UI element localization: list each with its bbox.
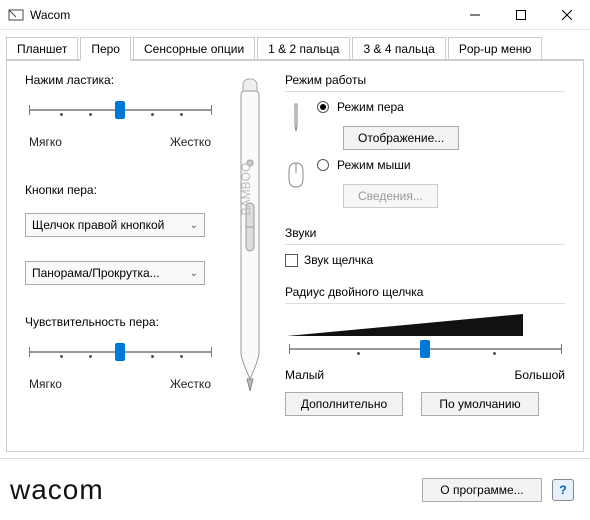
pen-mode-icon <box>285 100 307 134</box>
pen-mode-label: Режим пера <box>337 100 404 114</box>
double-click-slider[interactable] <box>289 338 561 360</box>
pen-graphic: BAMBOO <box>232 73 268 393</box>
click-sound-checkbox[interactable]: Звук щелчка <box>285 253 565 267</box>
tab-pen[interactable]: Перо <box>80 37 131 61</box>
double-click-max: Большой <box>514 368 565 382</box>
app-icon <box>8 7 24 23</box>
mouse-mode-radio[interactable]: Режим мыши <box>317 158 411 172</box>
help-icon[interactable]: ? <box>552 479 574 501</box>
pen-button-lower-combo[interactable]: Панорама/Прокрутка... ⌄ <box>25 261 205 285</box>
chevron-down-icon: ⌄ <box>190 220 198 231</box>
chevron-down-icon: ⌄ <box>190 268 198 279</box>
double-click-title: Радиус двойного щелчка <box>285 285 565 299</box>
wacom-logo: wacom <box>10 474 422 506</box>
click-sound-label: Звук щелчка <box>304 253 373 267</box>
tab-tablet[interactable]: Планшет <box>6 37 78 61</box>
tab-touch-options[interactable]: Сенсорные опции <box>133 37 255 61</box>
tab-1-2-fingers[interactable]: 1 & 2 пальца <box>257 37 350 61</box>
maximize-button[interactable] <box>498 0 544 30</box>
tip-max-label: Жестко <box>170 377 211 391</box>
tab-popup-menu[interactable]: Pop-up меню <box>448 37 543 61</box>
tracking-mode-title: Режим работы <box>285 73 565 87</box>
svg-text:BAMBOO: BAMBOO <box>239 163 253 216</box>
minimize-button[interactable] <box>452 0 498 30</box>
defaults-button[interactable]: По умолчанию <box>421 392 539 416</box>
mouse-mode-label: Режим мыши <box>337 158 411 172</box>
sounds-title: Звуки <box>285 226 565 240</box>
pen-button-upper-combo[interactable]: Щелчок правой кнопкой ⌄ <box>25 213 205 237</box>
window-title: Wacom <box>30 8 452 22</box>
combo-text: Панорама/Прокрутка... <box>32 266 160 280</box>
eraser-feel-label: Нажим ластика: <box>25 73 215 87</box>
titlebar: Wacom <box>0 0 590 30</box>
pen-mode-radio[interactable]: Режим пера <box>317 100 404 114</box>
tab-bar: Планшет Перо Сенсорные опции 1 & 2 пальц… <box>6 36 584 60</box>
double-click-wedge <box>285 312 525 340</box>
pen-panel: Нажим ластика: Мягко Жестко Кнопки пера: <box>6 60 584 452</box>
close-button[interactable] <box>544 0 590 30</box>
eraser-feel-slider[interactable] <box>29 99 211 131</box>
advanced-button[interactable]: Дополнительно <box>285 392 403 416</box>
tab-3-4-fingers[interactable]: 3 & 4 пальца <box>352 37 445 61</box>
about-button[interactable]: О программе... <box>422 478 542 502</box>
eraser-min-label: Мягко <box>29 135 62 149</box>
mouse-mode-icon <box>285 158 307 192</box>
footer: wacom О программе... ? <box>0 458 590 520</box>
pen-buttons-label: Кнопки пера: <box>25 183 215 197</box>
combo-text: Щелчок правой кнопкой <box>32 218 164 232</box>
tip-feel-label: Чувствительность пера: <box>25 315 215 329</box>
double-click-min: Малый <box>285 368 324 382</box>
tip-min-label: Мягко <box>29 377 62 391</box>
mapping-button[interactable]: Отображение... <box>343 126 459 150</box>
details-button: Сведения... <box>343 184 438 208</box>
eraser-max-label: Жестко <box>170 135 211 149</box>
tip-feel-slider[interactable] <box>29 341 211 373</box>
